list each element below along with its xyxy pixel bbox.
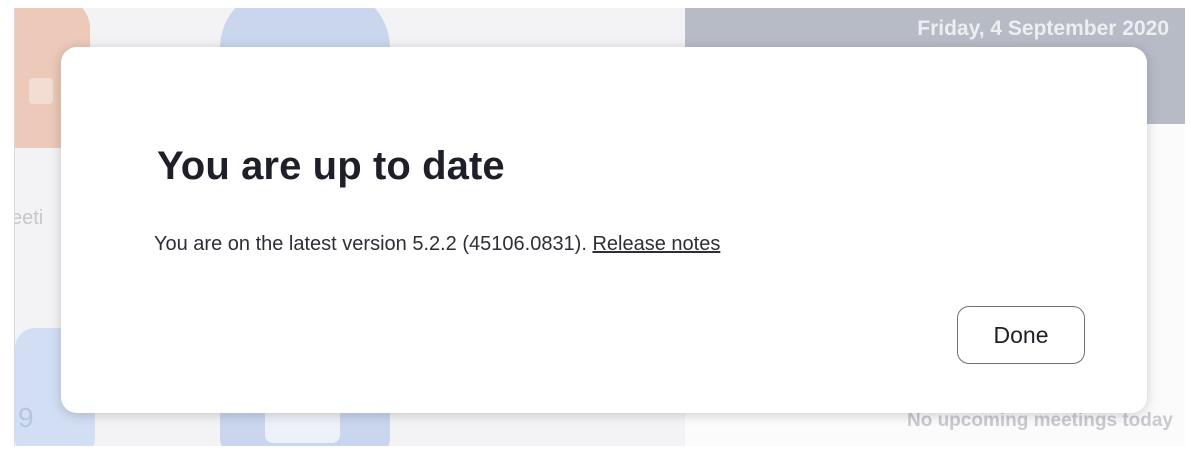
dialog-message: You are on the latest version 5.2.2 (451… xyxy=(154,233,720,256)
release-notes-link[interactable]: Release notes xyxy=(592,233,720,255)
done-button[interactable]: Done xyxy=(957,306,1085,364)
no-meetings-message: No upcoming meetings today xyxy=(906,410,1173,431)
current-date: Friday, 4 September 2020 xyxy=(917,17,1169,40)
dialog-title: You are up to date xyxy=(157,144,505,188)
calendar-icon: 9 xyxy=(18,402,34,433)
version-message: You are on the latest version 5.2.2 (451… xyxy=(154,233,587,255)
update-dialog: You are up to date You are on the latest… xyxy=(61,47,1147,413)
new-meeting-label: eeti xyxy=(14,207,44,229)
video-camera-icon xyxy=(29,78,53,104)
